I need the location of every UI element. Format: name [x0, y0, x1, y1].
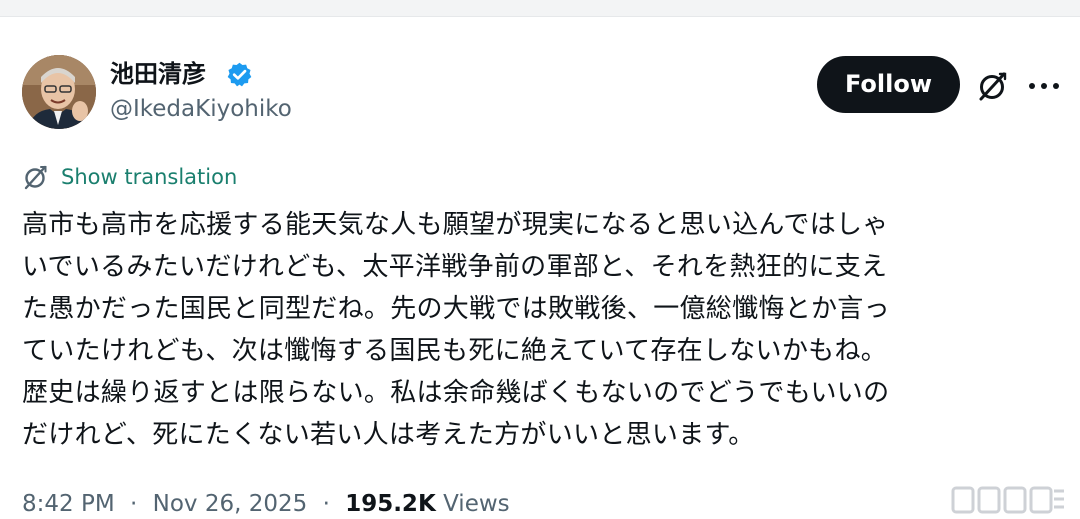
author-name[interactable]: 池田清彦 [110, 59, 206, 89]
verified-badge-icon [227, 62, 252, 87]
top-divider-strip [0, 0, 1080, 17]
tweet-text-line: いでいるみたいだけれども、太平洋戦争前の軍部と、それを熱狂的に支え [22, 252, 888, 282]
watermark-logo [951, 486, 1064, 514]
tweet-date[interactable]: Nov 26, 2025 [153, 491, 308, 517]
views-label: Views [443, 491, 510, 517]
tweet-text: 高市も高市を応援する能天気な人も願望が現実になると思い込んではしゃ いでいるみた… [22, 204, 1062, 456]
more-icon[interactable] [1027, 73, 1061, 99]
tweet-text-line: 高市も高市を応援する能天気な人も願望が現実になると思い込んではしゃ [22, 210, 889, 240]
meta-separator: · [322, 491, 330, 517]
translate-icon [24, 165, 47, 190]
follow-button[interactable]: Follow [817, 56, 960, 113]
views-count: 195.2K [345, 491, 436, 517]
author-handle[interactable]: @IkedaKiyohiko [110, 95, 292, 123]
tweet-text-line: ていたけれども、次は懺悔する国民も死に絶えていて存在しないかもね。 [22, 336, 888, 366]
avatar[interactable] [22, 55, 96, 129]
show-translation-label: Show translation [61, 165, 238, 189]
tweet-text-line: だけれど、死にたくない若い人は考えた方がいいと思います。 [22, 420, 755, 450]
avatar-image [22, 55, 96, 129]
tweet-text-line: 歴史は繰り返すとは限らない。私は余命幾ばくもないのでどうでもいいの [22, 378, 890, 408]
tweet-meta: 8:42 PM · Nov 26, 2025 · 195.2K Views [22, 489, 510, 519]
tweet-card: 池田清彦 @IkedaKiyohiko Follow Show translat… [0, 17, 1080, 517]
show-translation-link[interactable]: Show translation [22, 162, 237, 192]
tweet-time[interactable]: 8:42 PM [22, 491, 115, 517]
tweet-text-line: た愚かだった国民と同型だね。先の大戦では敗戦後、一億総懺悔とか言っ [22, 294, 890, 324]
grok-icon[interactable] [976, 69, 1010, 103]
meta-separator: · [130, 491, 138, 517]
